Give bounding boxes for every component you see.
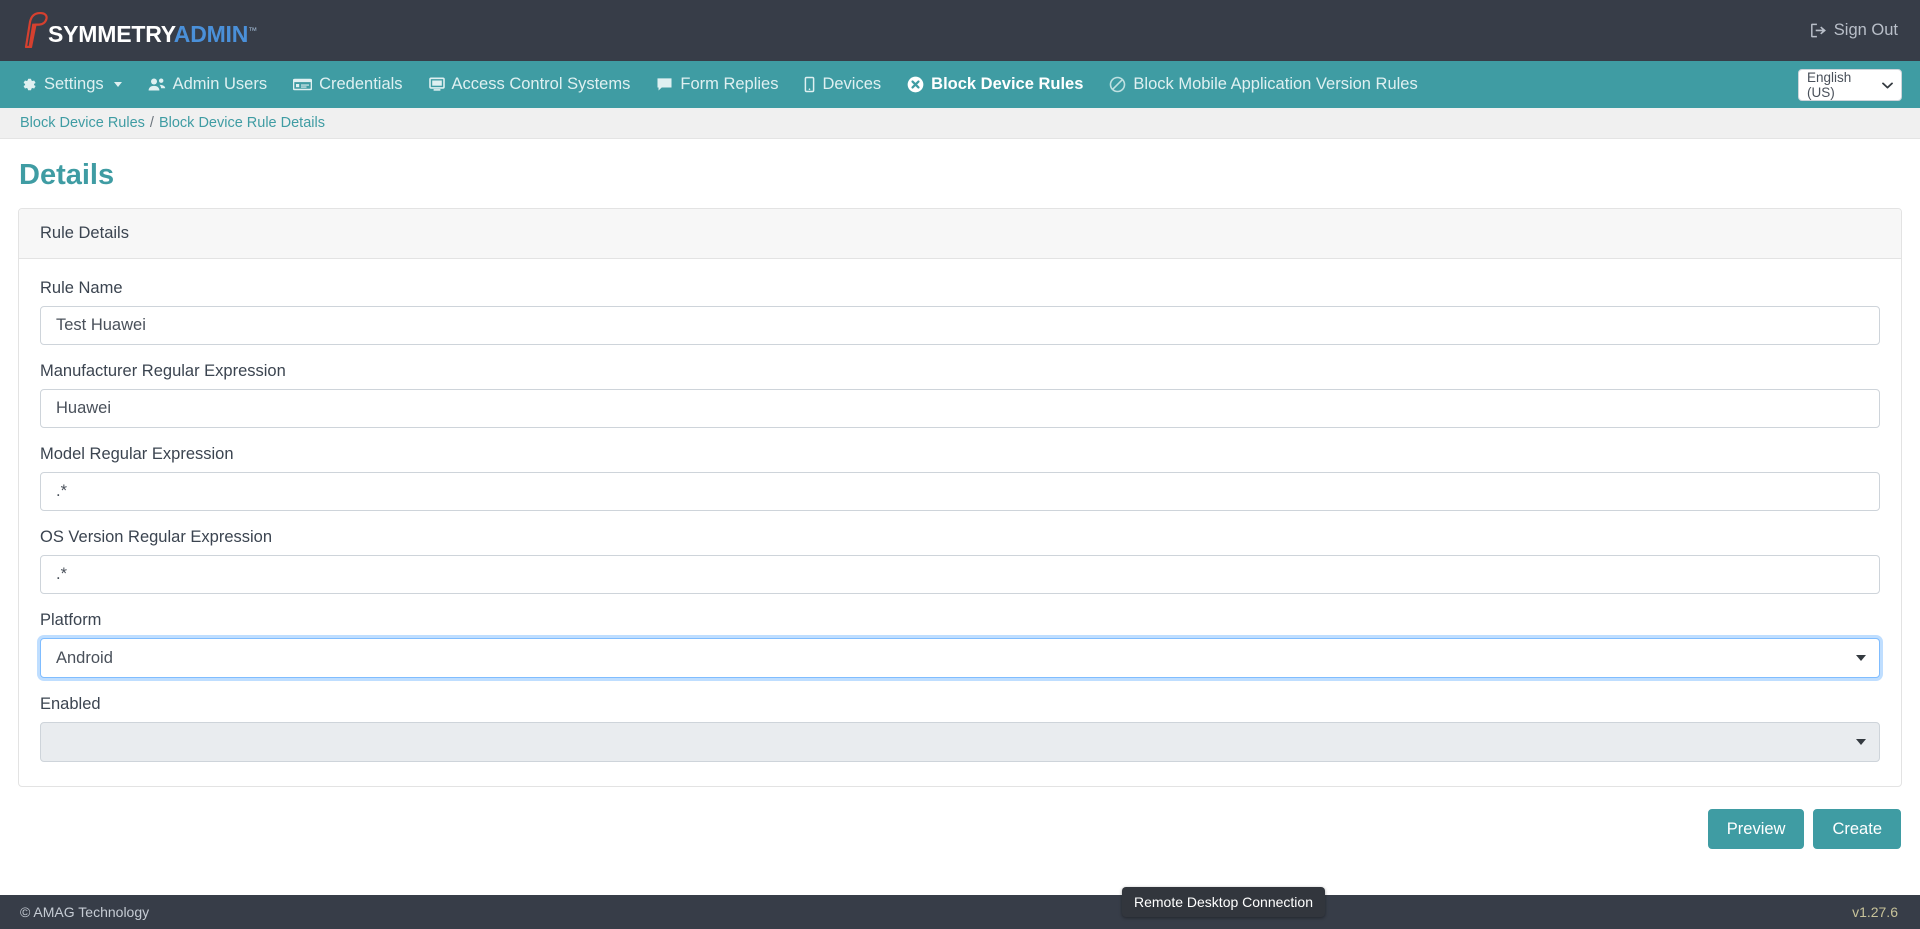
- label-enabled: Enabled: [40, 695, 101, 713]
- form-group-enabled: Enabled: [40, 695, 1880, 762]
- rule-details-card: Rule Details Rule Name Test Huawei Manuf…: [18, 208, 1902, 787]
- label-platform: Platform: [40, 611, 102, 629]
- input-model-regex-value: .*: [56, 482, 68, 500]
- form-group-manufacturer-regex: Manufacturer Regular Expression Huawei: [40, 362, 1880, 428]
- page-footer: © AMAG Technology v1.27.6: [0, 895, 1920, 929]
- logo-trademark: ™: [248, 25, 257, 36]
- nav-item-devices[interactable]: Devices: [791, 61, 894, 108]
- comment-icon: [656, 76, 673, 93]
- language-select[interactable]: English (US): [1798, 68, 1902, 101]
- desktop-icon: [428, 76, 445, 93]
- label-rule-name: Rule Name: [40, 279, 123, 297]
- ban-icon: [1109, 76, 1126, 93]
- form-group-platform: Platform Android: [40, 611, 1880, 678]
- hawk-head-logo-icon: [20, 10, 50, 48]
- id-card-icon: [293, 76, 313, 93]
- gear-icon: [20, 76, 37, 93]
- page-title: Details: [19, 159, 115, 191]
- logo-text-admin: ADMIN: [173, 21, 249, 47]
- breadcrumb-current: Block Device Rule Details: [158, 115, 325, 131]
- select-platform[interactable]: Android: [40, 638, 1880, 678]
- create-button[interactable]: Create: [1813, 809, 1901, 850]
- language-select-value: English (US): [1807, 69, 1852, 100]
- footer-version: v1.27.6: [1852, 904, 1898, 920]
- label-os-version-regex: OS Version Regular Expression: [40, 528, 273, 546]
- form-group-os-version-regex: OS Version Regular Expression .*: [40, 528, 1880, 594]
- chevron-down-icon: [1856, 739, 1866, 745]
- input-rule-name-value: Test Huawei: [56, 316, 146, 334]
- nav-item-access-control-systems-label: Access Control Systems: [451, 75, 631, 93]
- form-group-rule-name: Rule Name Test Huawei: [40, 279, 1880, 345]
- app-logo[interactable]: SYMMETRYADMIN™: [20, 0, 260, 61]
- nav-item-form-replies-label: Form Replies: [680, 75, 779, 93]
- form-group-model-regex: Model Regular Expression .*: [40, 445, 1880, 511]
- nav-item-access-control-systems[interactable]: Access Control Systems: [416, 61, 644, 108]
- nav-item-block-mobile-application-version-rules-label: Block Mobile Application Version Rules: [1133, 75, 1418, 93]
- sign-out-label: Sign Out: [1833, 21, 1898, 39]
- form-actions: Preview Create: [18, 809, 1902, 850]
- nav-item-block-device-rules[interactable]: Block Device Rules: [894, 61, 1096, 108]
- preview-button[interactable]: Preview: [1707, 809, 1805, 850]
- chevron-down-icon: [113, 82, 122, 87]
- nav-item-devices-label: Devices: [822, 75, 882, 93]
- circle-x-icon: [907, 76, 924, 93]
- label-manufacturer-regex: Manufacturer Regular Expression: [40, 362, 286, 380]
- breadcrumb-separator: /: [149, 115, 154, 131]
- chevron-down-icon: [1856, 655, 1866, 661]
- nav-item-credentials[interactable]: Credentials: [280, 61, 415, 108]
- select-enabled[interactable]: [40, 722, 1880, 762]
- nav-item-settings[interactable]: Settings: [20, 61, 135, 108]
- rule-details-card-header: Rule Details: [19, 209, 1901, 259]
- breadcrumb-link-parent[interactable]: Block Device Rules: [20, 115, 145, 131]
- input-rule-name[interactable]: Test Huawei: [40, 306, 1880, 345]
- users-icon: [148, 76, 166, 93]
- nav-item-settings-label: Settings: [44, 75, 104, 93]
- label-model-regex: Model Regular Expression: [40, 445, 234, 463]
- nav-item-admin-users[interactable]: Admin Users: [135, 61, 280, 108]
- sign-out-button[interactable]: Sign Out: [1810, 21, 1898, 40]
- top-header-bar: SYMMETRYADMIN™ Sign Out: [0, 0, 1920, 61]
- input-manufacturer-regex[interactable]: Huawei: [40, 389, 1880, 428]
- mobile-icon: [804, 76, 815, 93]
- logo-wordmark: SYMMETRYADMIN™: [48, 21, 257, 48]
- remote-desktop-connection-tooltip: Remote Desktop Connection: [1122, 887, 1325, 917]
- main-navigation-bar: Settings Admin Users Credentials Access …: [0, 61, 1920, 108]
- nav-item-list: Settings Admin Users Credentials Access …: [20, 61, 1431, 108]
- nav-item-block-mobile-application-version-rules[interactable]: Block Mobile Application Version Rules: [1096, 61, 1430, 108]
- nav-item-credentials-label: Credentials: [319, 75, 403, 93]
- input-model-regex[interactable]: .*: [40, 472, 1880, 511]
- select-platform-value: Android: [56, 648, 113, 667]
- sign-out-icon: [1810, 22, 1827, 39]
- page-content: Details Rule Details Rule Name Test Huaw…: [0, 159, 1920, 850]
- input-os-version-regex-value: .*: [56, 565, 68, 583]
- rule-details-card-body: Rule Name Test Huawei Manufacturer Regul…: [19, 259, 1901, 786]
- nav-item-block-device-rules-label: Block Device Rules: [931, 75, 1084, 93]
- nav-item-admin-users-label: Admin Users: [172, 75, 268, 93]
- input-os-version-regex[interactable]: .*: [40, 555, 1880, 594]
- breadcrumb: Block Device Rules / Block Device Rule D…: [0, 108, 1920, 139]
- footer-copyright: © AMAG Technology: [20, 904, 150, 920]
- chevron-down-icon: [1882, 79, 1893, 91]
- input-manufacturer-regex-value: Huawei: [56, 399, 112, 417]
- logo-text-symmetry: SYMMETRY: [48, 21, 174, 47]
- nav-item-form-replies[interactable]: Form Replies: [643, 61, 791, 108]
